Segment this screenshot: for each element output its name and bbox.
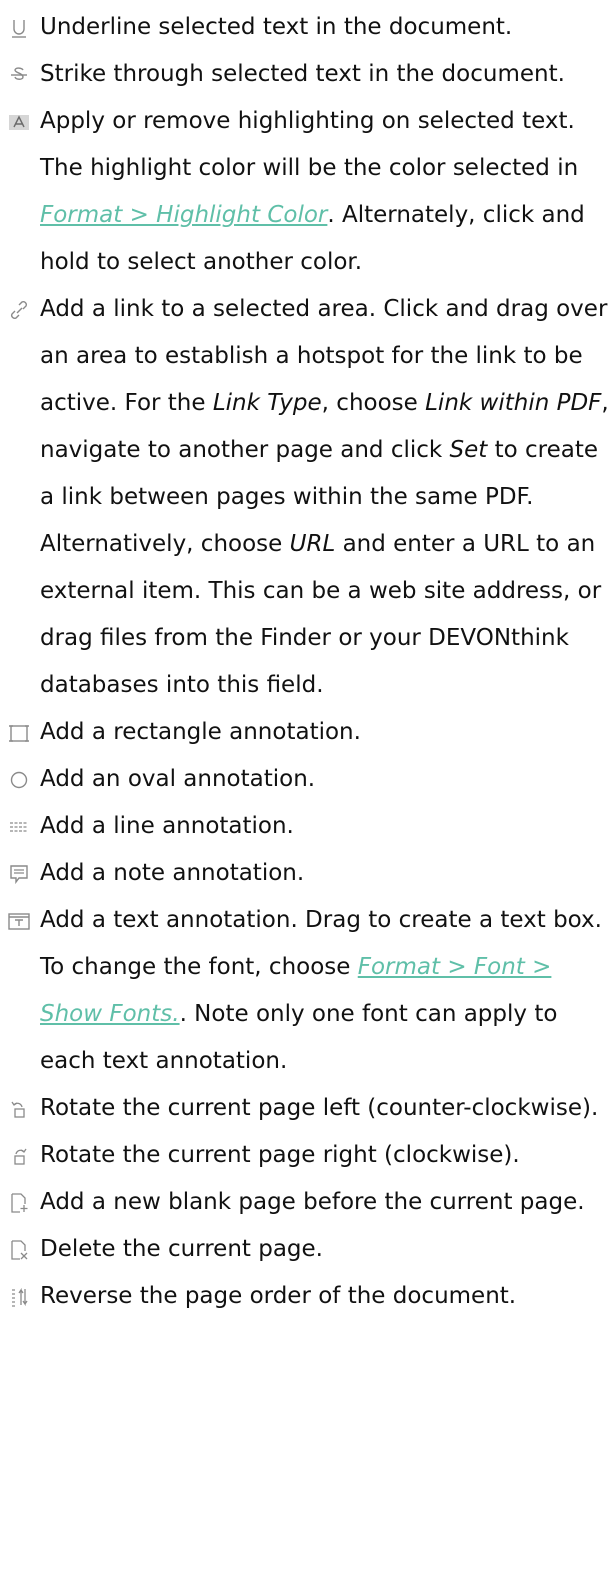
list-item-rotate-left: Rotate the current page left (counter-cl… — [6, 1085, 616, 1132]
oval-icon — [6, 769, 32, 791]
list-item-line: Add a line annotation. — [6, 803, 616, 850]
item-text: Add a rectangle annotation. — [40, 719, 361, 745]
item-text: Add a line annotation. — [40, 813, 294, 839]
item-emphasis: Set — [449, 437, 488, 463]
link-icon — [6, 299, 32, 321]
format-highlight-color-link[interactable]: Format > Highlight Color — [40, 202, 327, 228]
list-item-reverse-order: Reverse the page order of the document. — [6, 1273, 616, 1320]
item-text: Delete the current page. — [40, 1236, 323, 1262]
list-item-delete-page: Delete the current page. — [6, 1226, 616, 1273]
rotate-right-icon — [6, 1145, 32, 1167]
text-box-icon — [6, 910, 32, 932]
toolbar-icon-list: Underline selected text in the document.… — [0, 0, 616, 1320]
highlight-icon — [6, 111, 32, 133]
item-text: Strike through selected text in the docu… — [40, 61, 565, 87]
rectangle-icon — [6, 722, 32, 744]
item-emphasis: Link Type — [212, 390, 322, 416]
list-item-rotate-right: Rotate the current page right (clockwise… — [6, 1132, 616, 1179]
add-page-icon — [6, 1192, 32, 1214]
item-emphasis: URL — [289, 531, 336, 557]
list-item-note: Add a note annotation. — [6, 850, 616, 897]
line-icon — [6, 816, 32, 838]
item-text: Add a note annotation. — [40, 860, 305, 886]
list-item-underline: Underline selected text in the document. — [6, 4, 616, 51]
item-text: Rotate the current page right (clockwise… — [40, 1142, 520, 1168]
item-text: Apply or remove highlighting on selected… — [40, 108, 579, 181]
list-item-text-annotation: Add a text annotation. Drag to create a … — [6, 897, 616, 1085]
item-text: Add a new blank page before the current … — [40, 1189, 585, 1215]
item-text: Add an oval annotation. — [40, 766, 316, 792]
list-item-rectangle: Add a rectangle annotation. — [6, 709, 616, 756]
item-text: Rotate the current page left (counter-cl… — [40, 1095, 599, 1121]
item-emphasis: Link within PDF — [425, 390, 602, 416]
item-text: , choose — [321, 390, 426, 416]
rotate-left-icon — [6, 1098, 32, 1120]
list-item-link: Add a link to a selected area. Click and… — [6, 286, 616, 709]
list-item-strikethrough: Strike through selected text in the docu… — [6, 51, 616, 98]
list-item-highlight: Apply or remove highlighting on selected… — [6, 98, 616, 286]
item-text: Underline selected text in the document. — [40, 14, 513, 40]
delete-page-icon — [6, 1239, 32, 1261]
reverse-order-icon — [6, 1286, 32, 1308]
list-item-oval: Add an oval annotation. — [6, 756, 616, 803]
list-item-add-page: Add a new blank page before the current … — [6, 1179, 616, 1226]
strikethrough-icon — [6, 64, 32, 86]
item-text: Reverse the page order of the document. — [40, 1283, 517, 1309]
underline-icon — [6, 17, 32, 39]
note-icon — [6, 863, 32, 885]
